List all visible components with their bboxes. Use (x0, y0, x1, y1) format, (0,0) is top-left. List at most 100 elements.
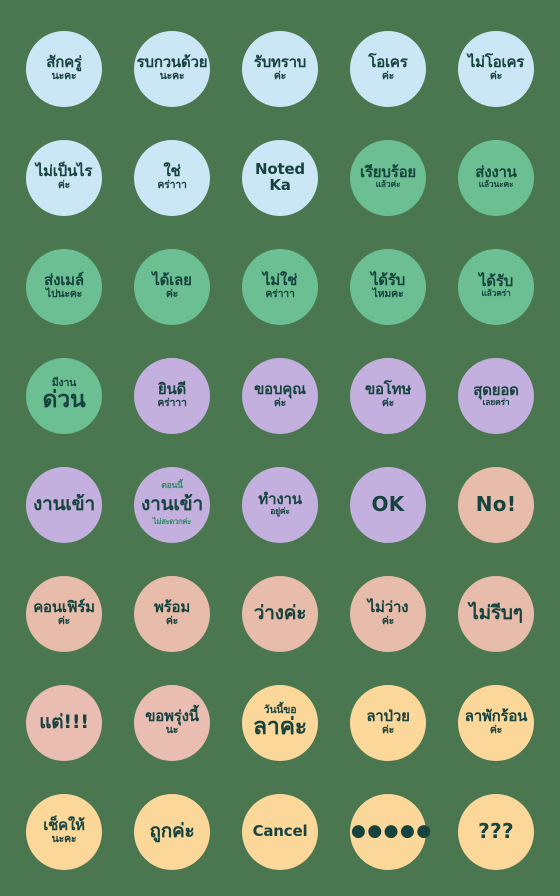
sticker-25[interactable]: No! (458, 466, 534, 543)
sticker-cell: No! (442, 450, 550, 559)
sticker-line-sub: ค่ะ (273, 397, 287, 410)
sticker-16[interactable]: มีงาน ด่วน (26, 357, 102, 434)
sticker-22[interactable]: ตอนนี้ งานเข้า ไม่สะดวกค่ะ (134, 466, 210, 543)
sticker-8[interactable]: Noted Ka (242, 139, 318, 216)
sticker-line-main: ส่งงาน (475, 163, 517, 182)
sticker-10[interactable]: ส่งงาน แล้วนะคะ (458, 139, 534, 216)
sticker-line-main: งานเข้า (141, 492, 203, 515)
sticker-line-sub: เลยคร่า (482, 398, 510, 409)
sticker-31[interactable]: แต่!!! (26, 684, 102, 761)
sticker-27[interactable]: พร้อม ค่ะ (134, 575, 210, 652)
sticker-line-sub: คร่าาา (157, 397, 187, 410)
sticker-20[interactable]: สุดยอด เลยคร่า (458, 357, 534, 434)
sticker-23[interactable]: ทำงาน อยู่ค่ะ (242, 466, 318, 543)
sticker-18[interactable]: ขอบคุณ ค่ะ (242, 357, 318, 434)
sticker-line-main: Cancel (252, 821, 308, 840)
sticker-line-main: ได้รับ (370, 271, 406, 289)
sticker-line-main: โอเคร (368, 53, 408, 71)
sticker-1[interactable]: สักครู่ นะคะ (26, 30, 102, 107)
sticker-line-main: สุดยอด (473, 381, 519, 400)
sticker-17[interactable]: ยินดี คร่าาา (134, 357, 210, 434)
sticker-line-main: ขอบคุณ (254, 380, 306, 398)
sticker-cell: ??? (442, 777, 550, 886)
sticker-line-main: ขอโทษ (364, 380, 412, 398)
sticker-cell: ไม่โอเคร ค่ะ (442, 14, 550, 123)
sticker-line-sub: ค่ะ (165, 288, 179, 301)
sticker-line-main: ไม่ใช่ (262, 271, 298, 289)
sticker-line-sub: นะคะ (51, 70, 77, 83)
sticker-cell: ไม่ว่าง ค่ะ (334, 559, 442, 668)
sticker-line-sub: ไปนะคะ (45, 288, 83, 301)
sticker-36[interactable]: เช็คให้ นะคะ (26, 793, 102, 870)
sticker-33[interactable]: วันนี้ขอ ลาค่ะ (242, 684, 318, 761)
sticker-cell: ยินดี คร่าาา (118, 341, 226, 450)
sticker-line-main: ไม่ว่าง (367, 598, 409, 616)
sticker-35[interactable]: ลาพักร้อน ค่ะ (458, 684, 534, 761)
sticker-line-sub: แล้วคร่า (481, 289, 511, 300)
sticker-line-main: งานเข้า (33, 492, 95, 515)
sticker-40[interactable]: ??? (458, 793, 534, 870)
sticker-cell: โอเคร ค่ะ (334, 14, 442, 123)
sticker-cell: ว่างค่ะ (226, 559, 334, 668)
sticker-line-sub: ค่ะ (273, 70, 287, 83)
sticker-cell: ได้รับ ไหมคะ (334, 232, 442, 341)
sticker-9[interactable]: เรียบร้อย แล้วค่ะ (350, 139, 426, 216)
sticker-line-main: เรียบร้อย (360, 163, 416, 182)
sticker-21[interactable]: งานเข้า (26, 466, 102, 543)
sticker-19[interactable]: ขอโทษ ค่ะ (350, 357, 426, 434)
sticker-cell: ใช่ คร่าาา (118, 123, 226, 232)
sticker-34[interactable]: ลาป่วย ค่ะ (350, 684, 426, 761)
sticker-cell: Cancel (226, 777, 334, 886)
sticker-29[interactable]: ไม่ว่าง ค่ะ (350, 575, 426, 652)
sticker-cell: สุดยอด เลยคร่า (442, 341, 550, 450)
sticker-line-sub: ค่ะ (489, 70, 503, 83)
sticker-38[interactable]: Cancel (242, 793, 318, 870)
sticker-line-sub: ค่ะ (381, 397, 395, 410)
sticker-7[interactable]: ใช่ คร่าาา (134, 139, 210, 216)
sticker-line-sub: Ka (269, 175, 291, 194)
sticker-cell: ได้เลย ค่ะ (118, 232, 226, 341)
sticker-32[interactable]: ขอพรุ่งนี้ นะ (134, 684, 210, 761)
sticker-26[interactable]: คอนเฟิร์ม ค่ะ (26, 575, 102, 652)
sticker-cell: ไม่ใช่ คร่าาา (226, 232, 334, 341)
sticker-3[interactable]: รับทราบ ค่ะ (242, 30, 318, 107)
sticker-cell: ลาป่วย ค่ะ (334, 668, 442, 777)
sticker-30[interactable]: ไม่รีบๆ (458, 575, 534, 652)
sticker-line-main: OK (371, 492, 405, 517)
sticker-11[interactable]: ส่งเมล์ ไปนะคะ (26, 248, 102, 325)
sticker-line-sub: นะคะ (159, 70, 185, 83)
sticker-cell: ขอบคุณ ค่ะ (226, 341, 334, 450)
sticker-line-main: ส่งเมล์ (44, 271, 84, 289)
sticker-24[interactable]: OK (350, 466, 426, 543)
sticker-line-sub: นะ (165, 724, 179, 737)
sticker-13[interactable]: ไม่ใช่ คร่าาา (242, 248, 318, 325)
sticker-line-main: ได้รับ (478, 272, 514, 291)
sticker-line-main: พร้อม (153, 598, 191, 616)
sticker-text-stack: ตอนนี้ งานเข้า ไม่สะดวกค่ะ (135, 469, 209, 541)
sticker-line-main: ทำงาน (258, 490, 302, 509)
sticker-line-sub: คร่าาา (265, 288, 295, 301)
sticker-line-main: ลาพักร้อน (464, 707, 528, 725)
sticker-line-sub: ด่วน (42, 387, 86, 414)
sticker-cell: ส่งงาน แล้วนะคะ (442, 123, 550, 232)
sticker-15[interactable]: ได้รับ แล้วคร่า (458, 248, 534, 325)
sticker-cell: พร้อม ค่ะ (118, 559, 226, 668)
sticker-line-over: ตอนนี้ (161, 480, 183, 491)
sticker-2[interactable]: รบกวนด้วย นะคะ (134, 30, 210, 107)
sticker-39[interactable]: ●●●●● (350, 793, 433, 870)
sticker-line-main: ●●●●● (351, 820, 433, 841)
sticker-line-sub: ค่ะ (381, 615, 395, 628)
sticker-28[interactable]: ว่างค่ะ (242, 575, 318, 652)
sticker-5[interactable]: ไม่โอเคร ค่ะ (458, 30, 534, 107)
sticker-cell: รบกวนด้วย นะคะ (118, 14, 226, 123)
sticker-cell: ได้รับ แล้วคร่า (442, 232, 550, 341)
sticker-line-sub: ค่ะ (489, 724, 503, 737)
sticker-37[interactable]: ถูกค่ะ (134, 793, 210, 870)
sticker-6[interactable]: ไม่เป็นไร ค่ะ (26, 139, 102, 216)
sticker-line-main: คอนเฟิร์ม (33, 598, 95, 616)
sticker-4[interactable]: โอเคร ค่ะ (350, 30, 426, 107)
sticker-14[interactable]: ได้รับ ไหมคะ (350, 248, 426, 325)
sticker-12[interactable]: ได้เลย ค่ะ (134, 248, 210, 325)
sticker-line-sub: ค่ะ (381, 724, 395, 737)
sticker-line-sub: ค่ะ (381, 70, 395, 83)
